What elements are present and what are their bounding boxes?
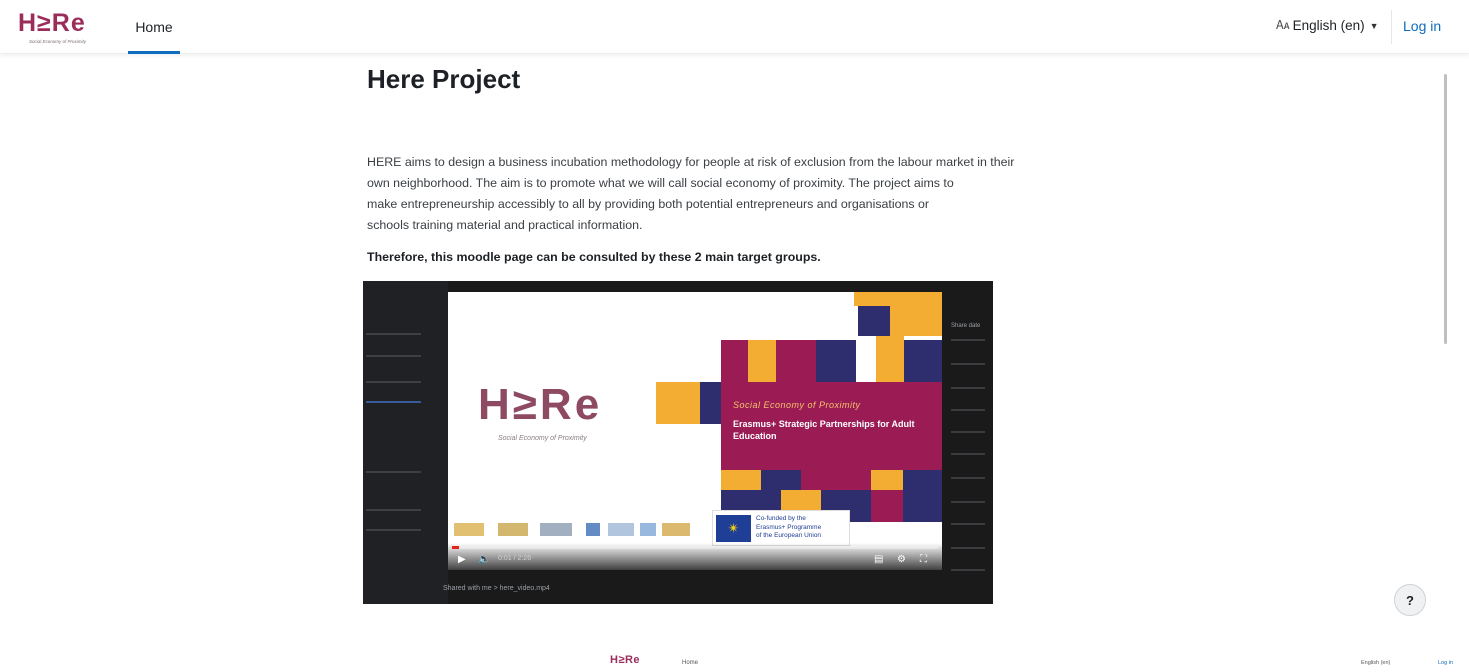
pattern-block [656, 382, 700, 424]
settings-gear-icon[interactable]: ⚙ [897, 554, 906, 565]
pattern-block [871, 470, 903, 490]
fullscreen-icon[interactable]: ⛶ [920, 554, 927, 565]
video-frame-slide: H≥Re Social Economy of Proximity Social … [448, 292, 942, 570]
eu-flag-icon: ✴ [716, 515, 751, 542]
mini-logo-wordmark[interactable]: H≥Re [610, 654, 640, 666]
video-embed[interactable]: Share date H≥Re Social Economy of Proxim… [363, 281, 993, 604]
language-menu[interactable]: 🗛 English (en) ▼ [1276, 18, 1379, 33]
pattern-block [721, 470, 761, 490]
login-link[interactable]: Log in [1403, 18, 1441, 34]
target-groups-lead: Therefore, this moodle page can be consu… [367, 250, 821, 264]
play-icon[interactable]: ▶ [458, 554, 466, 565]
page-scrollbar[interactable] [1444, 74, 1447, 344]
intro-line: make entrepreneurship accessibly to all … [367, 197, 930, 211]
language-icon: 🗛 [1276, 18, 1290, 32]
page-title: Here Project [367, 64, 521, 94]
help-button[interactable]: ? [1394, 584, 1426, 616]
video-progress-fill [452, 546, 459, 549]
video-sidebar-background [363, 281, 448, 604]
logo-tagline: Social Economy of Proximity [29, 39, 87, 44]
mini-language-menu[interactable]: English (en) [1361, 660, 1390, 666]
pattern-block [748, 340, 776, 382]
video-controls: ▶ 🔈 0:01 / 2:26 ▤ ⚙ ⛶ [448, 543, 942, 570]
intro-line: own neighborhood. The aim is to promote … [367, 176, 954, 190]
pattern-block [816, 340, 856, 382]
pattern-block [890, 306, 942, 336]
navbar-divider [1391, 10, 1392, 44]
top-navbar: H≥Re Social Economy of Proximity Home 🗛 … [0, 0, 1469, 54]
share-date-header: Share date [951, 323, 981, 329]
pattern-block [761, 470, 801, 490]
partner-logos [454, 518, 694, 540]
chevron-down-icon: ▼ [1369, 20, 1379, 31]
volume-icon[interactable]: 🔈 [478, 554, 490, 565]
panel-subtitle: Social Economy of Proximity [733, 400, 861, 410]
language-label: English (en) [1292, 18, 1365, 33]
pattern-block [858, 306, 890, 336]
pattern-block [904, 340, 942, 382]
slide-logo: H≥Re [478, 380, 603, 429]
video-timestamp: 0:01 / 2:26 [498, 555, 532, 562]
pattern-block [903, 470, 942, 522]
intro-line: schools training material and practical … [367, 218, 643, 232]
mini-login-link[interactable]: Log in [1438, 660, 1453, 666]
mini-nav-home[interactable]: Home [682, 660, 698, 666]
video-breadcrumb: Shared with me > here_video.mp4 [443, 585, 550, 592]
slide-tagline: Social Economy of Proximity [498, 435, 587, 442]
captions-icon[interactable]: ▤ [874, 554, 883, 565]
slide-title-panel: Social Economy of Proximity Erasmus+ Str… [721, 382, 942, 522]
eu-cofunded-text: Co-funded by the Erasmus+ Programme of t… [756, 515, 822, 539]
panel-title: Erasmus+ Strategic Partnerships for Adul… [733, 419, 915, 441]
nav-home-tab[interactable]: Home [128, 0, 180, 54]
intro-line: HERE aims to design a business incubatio… [367, 155, 1015, 169]
eu-cofunded-badge: ✴ Co-funded by the Erasmus+ Programme of… [712, 510, 850, 546]
pattern-block [876, 336, 904, 382]
intro-paragraph: HERE aims to design a business incubatio… [367, 152, 1087, 236]
site-logo[interactable]: H≥Re Social Economy of Proximity [18, 9, 98, 49]
pattern-block [700, 382, 721, 424]
logo-wordmark: H≥Re [18, 9, 86, 37]
pattern-block [854, 292, 942, 306]
video-progress-bar[interactable] [452, 546, 938, 549]
video-right-list: Share date [945, 301, 993, 601]
